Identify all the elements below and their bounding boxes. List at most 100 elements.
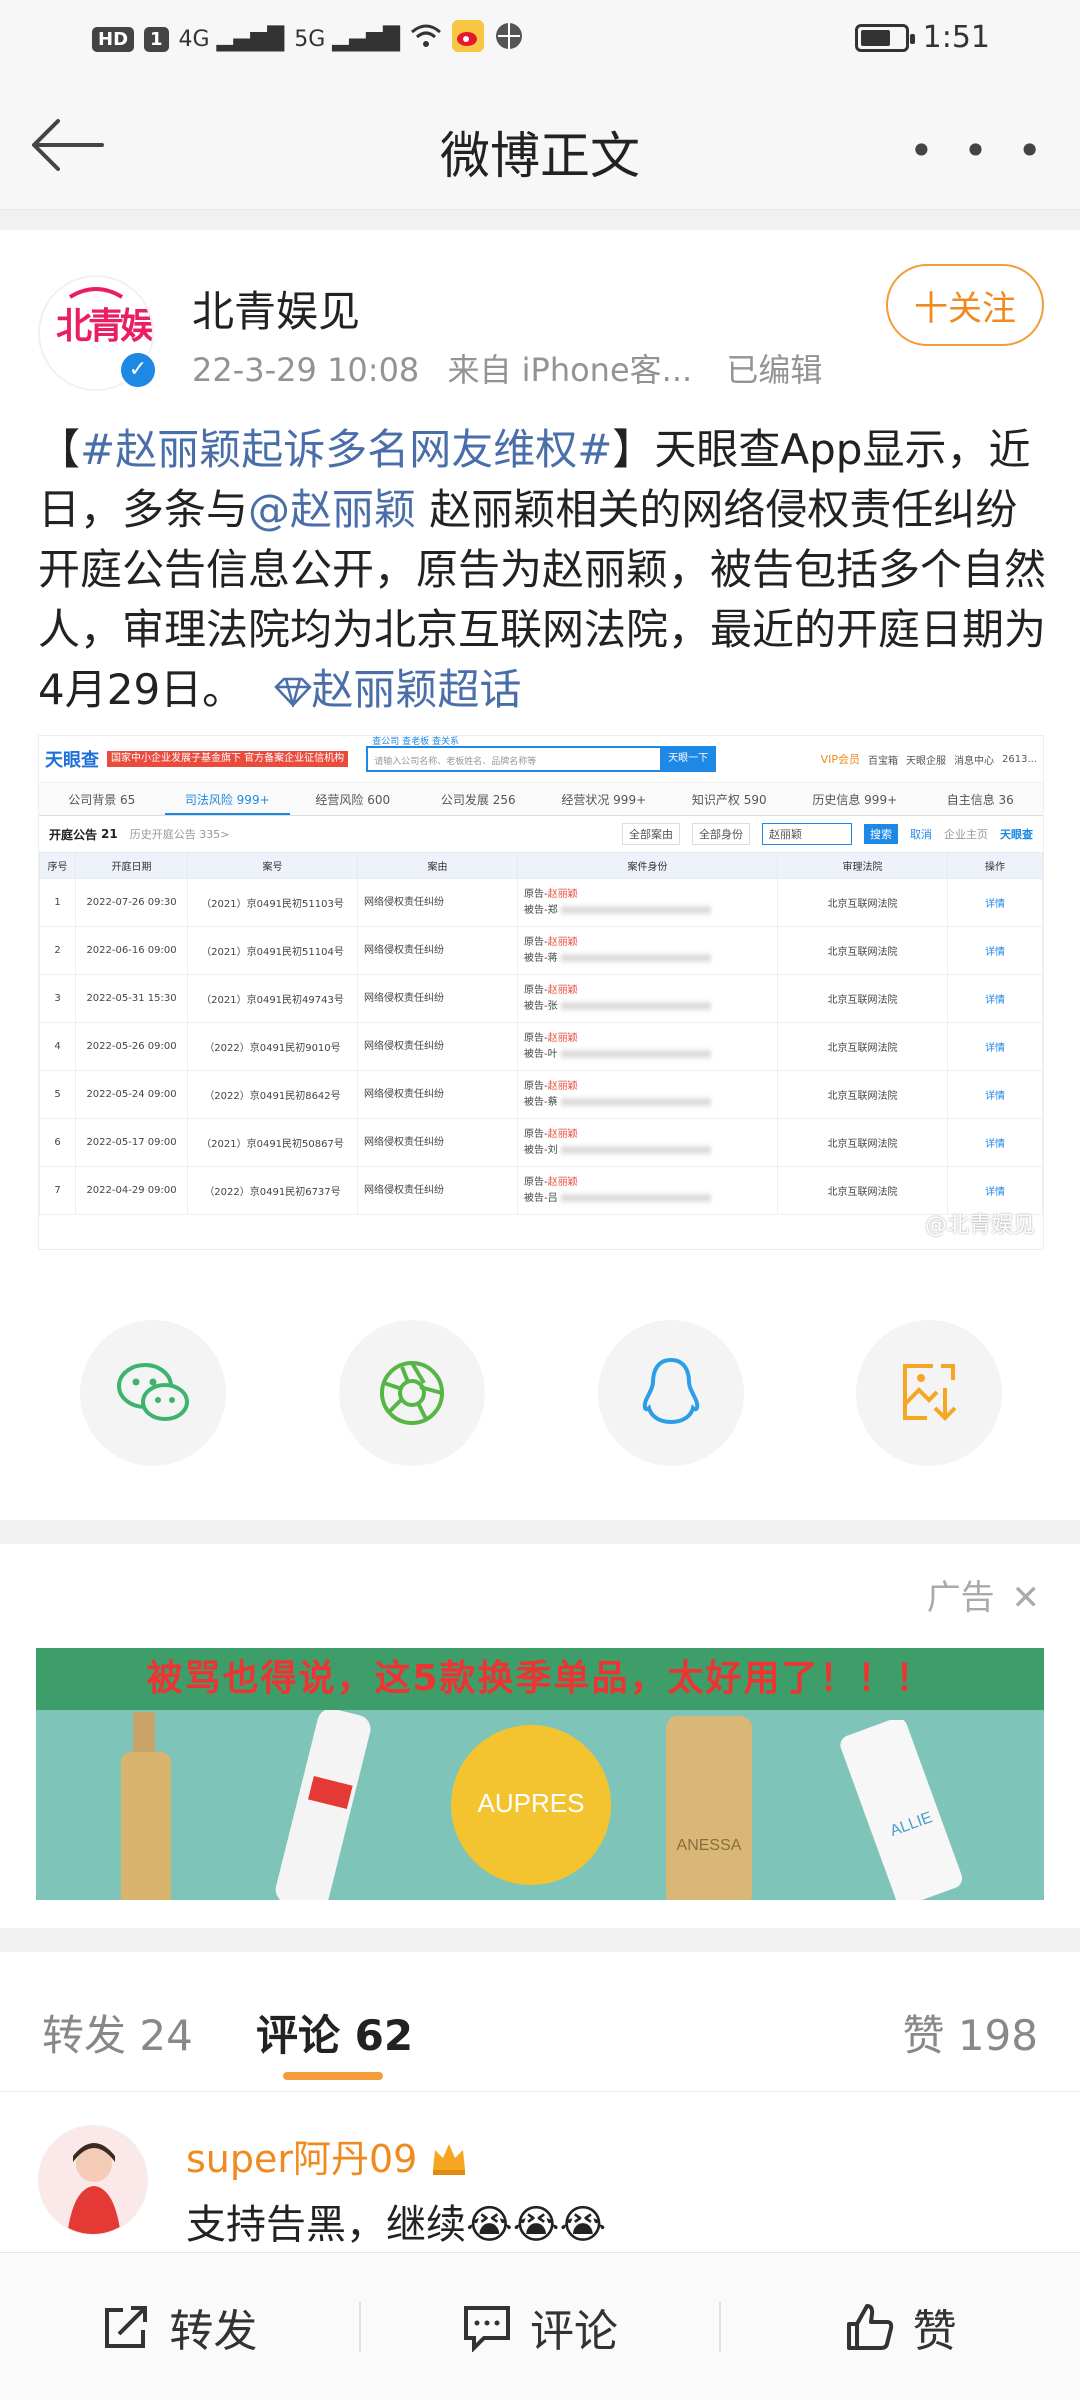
commenter-name[interactable]: super阿丹09 <box>186 2128 469 2183</box>
cell-date: 2022-05-26 09:00 <box>75 1022 188 1071</box>
section-count: 21 <box>101 827 118 841</box>
plaintiff: 原告-赵丽颖 <box>524 888 578 900</box>
post-image[interactable]: 天眼查 国家中小企业发展子基金旗下 官方备案企业征信机构 查公司 查老板 查关系… <box>38 735 1044 1250</box>
cell-cause: 网络侵权责任纠纷 <box>357 1118 518 1167</box>
image-watermark: @北青娱见 <box>924 1213 1035 1238</box>
moments-icon <box>380 1361 444 1425</box>
tab-comment[interactable]: 评论 62 <box>256 2002 413 2063</box>
product-name: AUPRES <box>478 1788 585 1818</box>
column-header: 案由 <box>357 852 518 879</box>
court-table: 序号 开庭日期 案号 案由 案件身份 审理法院 操作 1 2022-07-26 0… <box>39 852 1043 1215</box>
search-placeholder: 请输入公司名称、老板姓名、品牌名称等 <box>374 757 537 767</box>
comment-button[interactable]: 评论 <box>361 2295 720 2359</box>
cell-parties: 原告-赵丽颖 被告-叶 <box>517 1022 778 1071</box>
hashtag-link[interactable]: #赵丽颖起诉多名网友维权# <box>80 425 612 474</box>
column-header: 审理法院 <box>777 852 948 879</box>
tab-repost[interactable]: 转发 24 <box>42 2002 193 2063</box>
comment-icon <box>464 2305 510 2352</box>
serum-bottle-icon <box>121 1712 171 1900</box>
like-label: 赞 <box>912 2305 957 2357</box>
blurred-text <box>560 1097 711 1106</box>
author-logo-text: 北青娱 <box>56 306 153 347</box>
divider <box>0 1520 1080 1544</box>
compact-icon: AUPRES <box>451 1725 611 1885</box>
post-source[interactable]: 来自 iPhone客... <box>447 351 692 389</box>
header-link: 天眼企服 <box>906 755 946 767</box>
plaintiff: 原告-赵丽颖 <box>524 984 578 996</box>
divider <box>0 1928 1080 1952</box>
share-qq-button[interactable] <box>598 1320 744 1466</box>
ad-banner[interactable]: 被骂也得说，这5款换季单品，太好用了！！！ AUPRES ANESSA ALLI… <box>36 1648 1044 1900</box>
comment-label: 评论 <box>530 2305 618 2357</box>
tianyancha-logo: 天眼查 <box>45 750 99 771</box>
active-tab-indicator <box>283 2072 383 2080</box>
defendant: 被告-吕 <box>524 1192 558 1204</box>
table-row: 6 2022-05-17 09:00 （2021）京0491民初50867号 网络侵权… <box>39 1118 1043 1167</box>
share-moments-button[interactable] <box>339 1320 485 1466</box>
more-options-icon[interactable]: • • • <box>909 126 1050 175</box>
ad-label-text: 广告 <box>926 1578 995 1618</box>
cell-no: 6 <box>39 1118 76 1167</box>
signal-5g-icon: 5G ▂▄▆█ <box>294 26 400 52</box>
cell-cause: 网络侵权责任纠纷 <box>357 878 518 927</box>
table-row: 1 2022-07-26 09:30 （2021）京0491民初51103号 网络侵权… <box>39 878 1043 927</box>
commenter-avatar[interactable] <box>38 2125 148 2235</box>
share-icon <box>105 2305 148 2348</box>
filter-cancel: 取消 <box>910 828 932 841</box>
like-button[interactable]: 赞 <box>721 2295 1080 2359</box>
cell-case: （2022）京0491民初9010号 <box>187 1022 358 1071</box>
tianyancha-small-logo: 天眼查 <box>1000 828 1033 841</box>
post-content: 【#赵丽颖起诉多名网友维权#】天眼查App显示，近日，多条与@赵丽颖 赵丽颖相关… <box>38 420 1048 720</box>
cell-op: 详情 <box>947 878 1043 927</box>
plaintiff: 原告-赵丽颖 <box>524 1080 578 1092</box>
defendant: 被告-叶 <box>524 1048 558 1060</box>
cell-cause: 网络侵权责任纠纷 <box>357 1166 518 1215</box>
image-tab: 经营风险 600 <box>315 793 391 807</box>
cell-cause: 网络侵权责任纠纷 <box>357 974 518 1023</box>
filter-brand: 企业主页 <box>944 828 988 841</box>
image-tab-active: 司法风险 999+ <box>164 783 290 815</box>
cell-cause: 网络侵权责任纠纷 <box>357 926 518 975</box>
cell-court: 北京互联网法院 <box>777 1166 948 1215</box>
supertopic-link[interactable]: 赵丽颖超话 <box>273 665 522 714</box>
header-link: 2613... <box>1002 753 1037 765</box>
wifi-icon <box>410 23 442 55</box>
repost-button[interactable]: 转发 <box>0 2295 359 2359</box>
commenter-username: super阿丹09 <box>186 2137 418 2181</box>
cell-cause: 网络侵权责任纠纷 <box>357 1022 518 1071</box>
edited-label[interactable]: 已编辑 <box>726 351 822 389</box>
battery-icon <box>854 23 915 52</box>
avatar-image <box>39 2126 147 2234</box>
nav-bar: 微博正文 • • • <box>0 80 1080 210</box>
cell-no: 2 <box>39 926 76 975</box>
product-name: ANESSA <box>677 1837 742 1854</box>
official-tag: 国家中小企业发展子基金旗下 官方备案企业征信机构 <box>107 751 349 767</box>
tab-like[interactable]: 赞 198 <box>902 2002 1038 2063</box>
plaintiff: 原告-赵丽颖 <box>524 1128 578 1140</box>
cell-op: 详情 <box>947 926 1043 975</box>
blurred-text <box>560 1145 711 1154</box>
image-tab: 知识产权 590 <box>691 793 767 807</box>
search-tabs: 查公司 查老板 查关系 <box>372 737 459 747</box>
blurred-text <box>560 905 711 914</box>
author-name[interactable]: 北青娱见 <box>192 278 360 339</box>
image-subheader: 开庭公告 21 历史开庭公告 335> 全部案由 全部身份 赵丽颖 搜索 取消 企… <box>39 816 1043 852</box>
qq-icon <box>642 1357 700 1425</box>
bottom-action-bar: 转发 评论 赞 <box>0 2252 1080 2400</box>
image-tab: 公司背景 65 <box>68 793 136 807</box>
cell-no: 3 <box>39 974 76 1023</box>
cell-no: 5 <box>39 1070 76 1119</box>
follow-button[interactable]: 十关注 <box>886 264 1044 346</box>
ad-label[interactable]: 广告 ✕ <box>927 1570 1040 1619</box>
mention-link[interactable]: @赵丽颖 <box>248 485 416 534</box>
cell-court: 北京互联网法院 <box>777 1118 948 1167</box>
header-link: 百宝箱 <box>868 755 898 767</box>
cell-parties: 原告-赵丽颖 被告-蒋 <box>517 926 778 975</box>
close-icon[interactable]: ✕ <box>1012 1578 1041 1618</box>
save-image-button[interactable] <box>856 1320 1002 1466</box>
cell-case: （2021）京0491民初49743号 <box>187 974 358 1023</box>
cell-op: 详情 <box>947 1070 1043 1119</box>
share-wechat-button[interactable] <box>80 1320 226 1466</box>
cell-case: （2021）京0491民初50867号 <box>187 1118 358 1167</box>
defendant: 被告-蔡 <box>524 1096 558 1108</box>
